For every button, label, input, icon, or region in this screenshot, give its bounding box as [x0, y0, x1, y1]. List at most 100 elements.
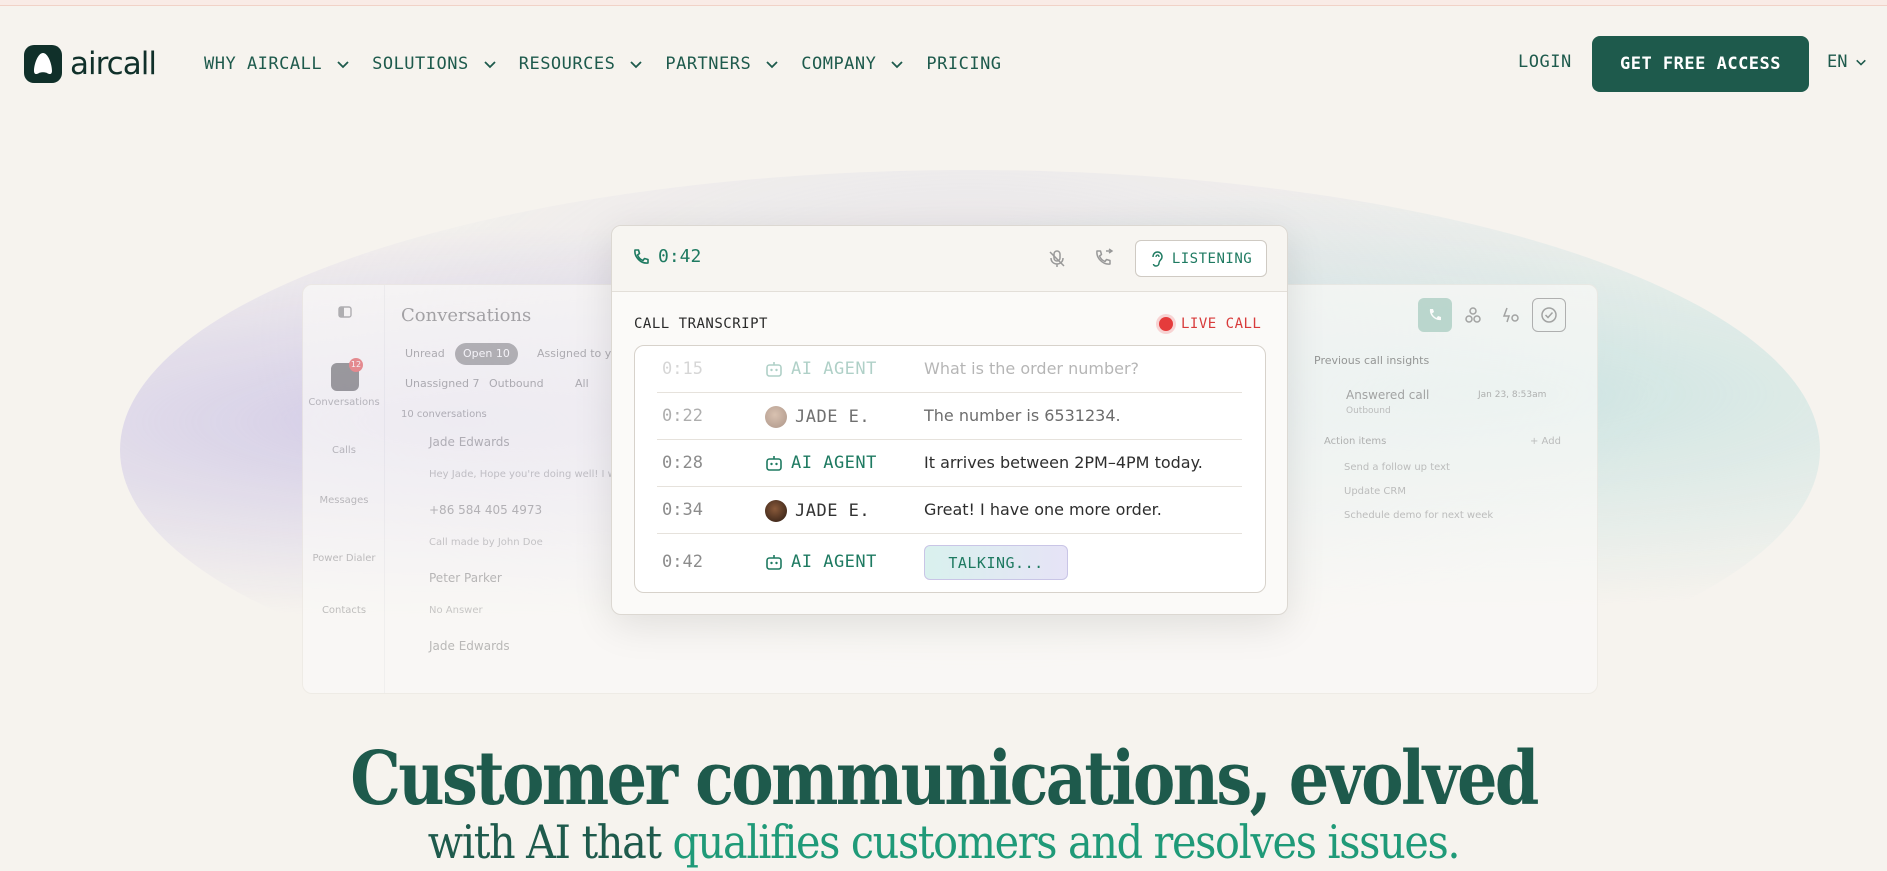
phone-icon: [1418, 298, 1452, 332]
robot-icon: [766, 555, 782, 570]
transcript-time: 0:28: [662, 453, 703, 473]
insight-call-sub: Outbound: [1346, 406, 1391, 416]
ai-icon: [1494, 298, 1528, 332]
conversation-count: 10 conversations: [401, 409, 487, 420]
robot-icon: [766, 456, 782, 471]
aircall-logo-icon: [24, 45, 62, 83]
insights-title: Previous call insights: [1314, 354, 1430, 367]
action-item: Update CRM: [1344, 486, 1406, 497]
transcript-speaker: AI AGENT: [765, 552, 877, 572]
transcript-speaker-name: JADE E.: [795, 407, 871, 427]
hero-headline: Customer communications, evolved: [350, 736, 1539, 822]
phone-icon: [634, 248, 649, 264]
filter-open: Open 10: [455, 343, 518, 365]
conversations-badge: 12: [349, 358, 363, 372]
transcript-time: 0:34: [662, 500, 703, 520]
conversations-title: Conversations: [401, 305, 532, 326]
nav-solutions-label: SOLUTIONS: [372, 54, 469, 74]
transcript-time: 0:42: [662, 552, 703, 572]
chevron-down-icon: [630, 61, 642, 69]
transcript-row: 0:28 AI AGENT It arrives between 2PM–4PM…: [657, 440, 1242, 487]
top-navigation: aircall WHY AIRCALL SOLUTIONS RESOURCES …: [0, 30, 1887, 100]
live-dot-icon: [1159, 317, 1173, 331]
call-transcript-title: CALL TRANSCRIPT: [634, 316, 768, 332]
transcript-time: 0:22: [662, 406, 703, 426]
transcript-row: 0:22 JADE E. The number is 6531234.: [657, 393, 1242, 440]
nav-resources[interactable]: RESOURCES: [519, 52, 644, 76]
chevron-down-icon: [484, 61, 496, 69]
transcript-speaker: JADE E.: [765, 500, 870, 522]
avatar: [765, 500, 787, 522]
brand-name: aircall: [70, 46, 157, 82]
nav-company[interactable]: COMPANY: [801, 52, 904, 76]
transfer-call-icon[interactable]: [1093, 248, 1115, 270]
avatar: [765, 406, 787, 428]
login-link[interactable]: LOGIN: [1518, 52, 1572, 72]
hero-subheadline-prefix: with AI that: [427, 815, 673, 869]
list-item: Peter Parker: [429, 571, 502, 585]
transcript-speaker-name: JADE E.: [795, 501, 871, 521]
nav-why-aircall[interactable]: WHY AIRCALL: [204, 52, 350, 76]
get-free-access-button[interactable]: GET FREE ACCESS: [1592, 36, 1809, 92]
nav-pricing-label: PRICING: [926, 54, 1002, 74]
transcript-row: 0:42 AI AGENT TALKING...: [657, 534, 1242, 592]
ear-icon: [1152, 250, 1163, 267]
list-item-preview: Hey Jade, Hope you're doing well! I w: [429, 469, 616, 480]
listening-label: LISTENING: [1171, 250, 1253, 267]
listening-button[interactable]: LISTENING: [1135, 240, 1267, 277]
sidebar-conversations: Conversations: [308, 397, 380, 408]
check-icon: [1532, 298, 1566, 332]
action-item: Schedule demo for next week: [1344, 510, 1494, 521]
call-timer: 0:42: [632, 246, 701, 267]
list-item-preview: No Answer: [429, 605, 483, 616]
nav-partners-label: PARTNERS: [665, 54, 752, 74]
nav-pricing[interactable]: PRICING: [926, 52, 1001, 76]
robot-icon: [766, 362, 782, 377]
transcript-text: It arrives between 2PM–4PM today.: [924, 453, 1203, 472]
nav-company-label: COMPANY: [801, 54, 877, 74]
hero-subheadline: with AI that qualifies customers and res…: [94, 812, 1792, 871]
hero-subheadline-accent: qualifies customers and resolves issues.: [672, 815, 1461, 869]
filter-unread: Unread: [405, 347, 445, 360]
chevron-down-icon: [891, 61, 904, 69]
call-header: 0:42 LISTENING: [612, 226, 1287, 292]
nav-solutions[interactable]: SOLUTIONS: [372, 52, 497, 76]
aircall-logo[interactable]: aircall: [24, 45, 157, 83]
transcript-time: 0:15: [662, 359, 703, 379]
nav-resources-label: RESOURCES: [518, 54, 616, 74]
sidebar-power-dialer: Power Dialer: [312, 553, 376, 564]
live-call-indicator: LIVE CALL: [1159, 316, 1261, 332]
list-item: Jade Edwards: [429, 639, 510, 653]
chevron-down-icon: [766, 61, 778, 69]
transcript-list: 0:15 AI AGENT What is the order number? …: [634, 345, 1266, 593]
transcript-speaker: JADE E.: [765, 406, 870, 428]
top-accent-line: [0, 0, 1887, 6]
filter-unassigned: Unassigned 7: [405, 377, 480, 390]
action-item: Send a follow up text: [1344, 462, 1450, 473]
live-call-label: LIVE CALL: [1181, 316, 1262, 332]
sidebar-contacts: Contacts: [321, 605, 367, 616]
language-label: EN: [1827, 52, 1848, 72]
transcript-row: 0:15 AI AGENT What is the order number?: [657, 346, 1242, 393]
insight-call-label: Answered call: [1346, 388, 1430, 402]
nav-partners[interactable]: PARTNERS: [665, 52, 779, 76]
mute-icon[interactable]: [1046, 248, 1068, 270]
call-insights-panel: Previous call insights Answered call Out…: [1310, 284, 1598, 694]
language-selector[interactable]: EN: [1827, 52, 1867, 72]
transcript-text: The number is 6531234.: [924, 406, 1121, 425]
call-timer-value: 0:42: [658, 246, 702, 267]
list-item: +86 584 405 4973: [429, 503, 543, 517]
list-item: Jade Edwards: [429, 435, 510, 449]
nav-menu: WHY AIRCALL SOLUTIONS RESOURCES PARTNERS…: [204, 52, 1024, 76]
add-action-item: + Add: [1530, 436, 1561, 447]
transcript-text: Great! I have one more order.: [924, 500, 1162, 519]
nav-why-aircall-label: WHY AIRCALL: [204, 54, 323, 74]
app-sidebar: 12 Conversations Calls Messages Power Di…: [303, 285, 385, 693]
filter-outbound: Outbound: [489, 377, 544, 390]
filter-all: All: [575, 377, 589, 390]
transcript-speaker-name: AI AGENT: [791, 552, 877, 572]
transcript-speaker: AI AGENT: [765, 359, 877, 379]
transcript-text: What is the order number?: [924, 359, 1140, 378]
transcript-speaker-name: AI AGENT: [791, 359, 877, 379]
sidebar-toggle-icon: [338, 306, 352, 318]
